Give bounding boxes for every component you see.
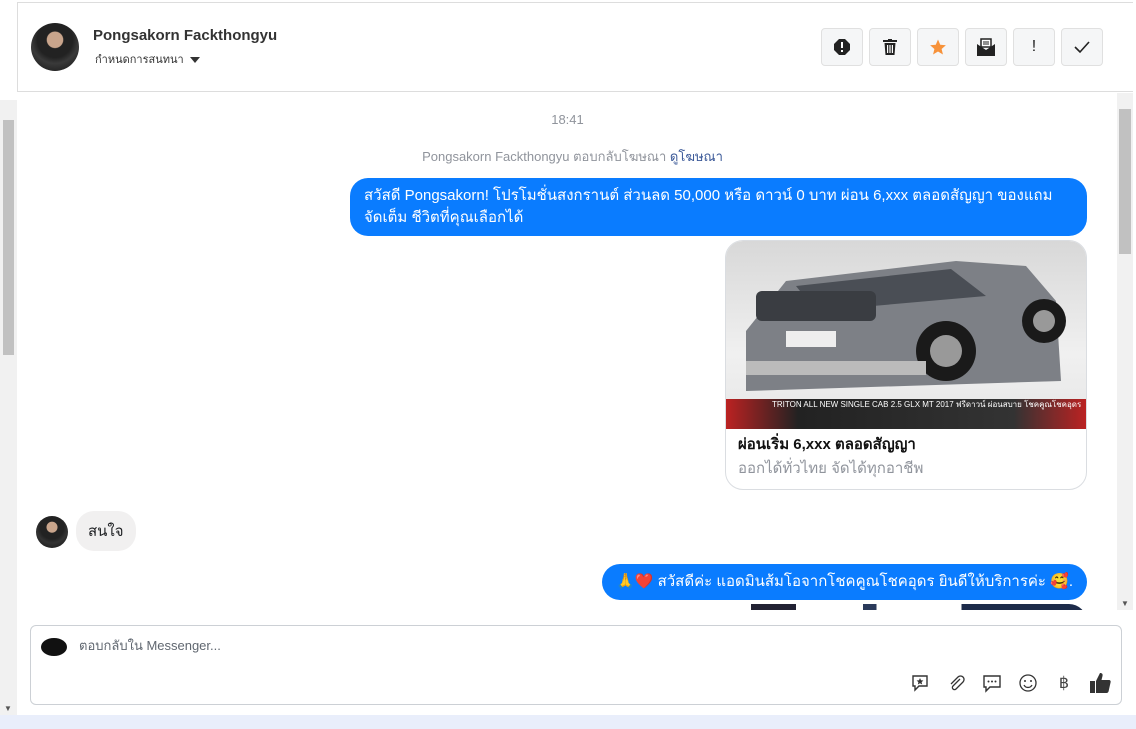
done-button[interactable]: [1061, 28, 1103, 66]
star-button[interactable]: [917, 28, 959, 66]
conversation-schedule-dropdown[interactable]: กำหนดการสนทนา: [95, 50, 200, 68]
bottom-bar: [0, 715, 1136, 729]
mark-unread-button[interactable]: [965, 28, 1007, 66]
scroll-down-arrow-icon[interactable]: ▼: [1121, 599, 1129, 608]
ad-card[interactable]: TRITON ALL NEW SINGLE CAB 2.5 GLX MT 201…: [725, 240, 1087, 490]
star-icon: [930, 39, 946, 55]
sender-avatar: [36, 516, 68, 548]
ad-reply-text: Pongsakorn Fackthongyu ตอบกลับโฆษณา: [422, 149, 667, 164]
scroll-down-arrow-icon[interactable]: ▼: [4, 704, 12, 713]
exclamation-icon: !: [1031, 38, 1037, 55]
message-list: 18:41 Pongsakorn Fackthongyu ตอบกลับโฆษณ…: [18, 93, 1117, 610]
car-image: TRITON ALL NEW SINGLE CAB 2.5 GLX MT 201…: [726, 241, 1086, 429]
image-caption: TRITON ALL NEW SINGLE CAB 2.5 GLX MT 201…: [772, 400, 1082, 409]
outgoing-message: สวัสดี Pongsakorn! โปรโมชั่นสงกรานต์ ส่ว…: [350, 178, 1087, 236]
baht-icon[interactable]: ฿: [1053, 672, 1075, 694]
image-attachment-partial: [639, 604, 1087, 610]
check-icon: [1074, 41, 1090, 54]
timestamp: 18:41: [551, 112, 584, 127]
scroll-thumb[interactable]: [1119, 109, 1131, 254]
composer: ฿: [30, 625, 1122, 705]
reply-input[interactable]: [79, 638, 879, 653]
contact-name[interactable]: Pongsakorn Fackthongyu: [93, 27, 277, 44]
view-ad-link[interactable]: ดูโฆษณา: [670, 149, 723, 164]
page-avatar: [41, 638, 67, 656]
left-scrollbar[interactable]: ▼: [0, 100, 17, 715]
incoming-message: สนใจ: [76, 511, 136, 551]
contact-avatar[interactable]: [31, 23, 79, 71]
spam-button[interactable]: [821, 28, 863, 66]
trash-icon: [883, 39, 897, 55]
outgoing-message: 🙏❤️ สวัสดีค่ะ แอดมินส้มโอจากโชคคูณโชคอุด…: [602, 564, 1087, 600]
card-subtitle: ออกได้ทั่วไทย จัดได้ทุกอาชีพ: [738, 460, 924, 477]
caret-down-icon: [189, 57, 200, 64]
chat-bubble-icon[interactable]: [981, 672, 1003, 694]
card-title: ผ่อนเริ่ม 6,xxx ตลอดสัญญา: [738, 436, 916, 453]
emoji-icon[interactable]: [1017, 672, 1039, 694]
scroll-thumb[interactable]: [3, 120, 14, 355]
alert-octagon-icon: [834, 39, 850, 55]
conversation-header: Pongsakorn Fackthongyu กำหนดการสนทนา !: [17, 2, 1133, 92]
ad-reply-notice: Pongsakorn Fackthongyu ตอบกลับโฆษณา ดูโฆ…: [18, 146, 1117, 167]
thumbs-up-icon[interactable]: [1089, 672, 1111, 694]
composer-tools: ฿: [909, 672, 1111, 694]
subtitle-label: กำหนดการสนทนา: [95, 54, 184, 66]
envelope-open-icon: [977, 38, 995, 56]
saved-reply-icon[interactable]: [909, 672, 931, 694]
attachment-icon[interactable]: [945, 672, 967, 694]
follow-up-button[interactable]: !: [1013, 28, 1055, 66]
action-toolbar: !: [821, 28, 1103, 66]
delete-button[interactable]: [869, 28, 911, 66]
message-scrollbar[interactable]: ▼: [1117, 93, 1133, 610]
